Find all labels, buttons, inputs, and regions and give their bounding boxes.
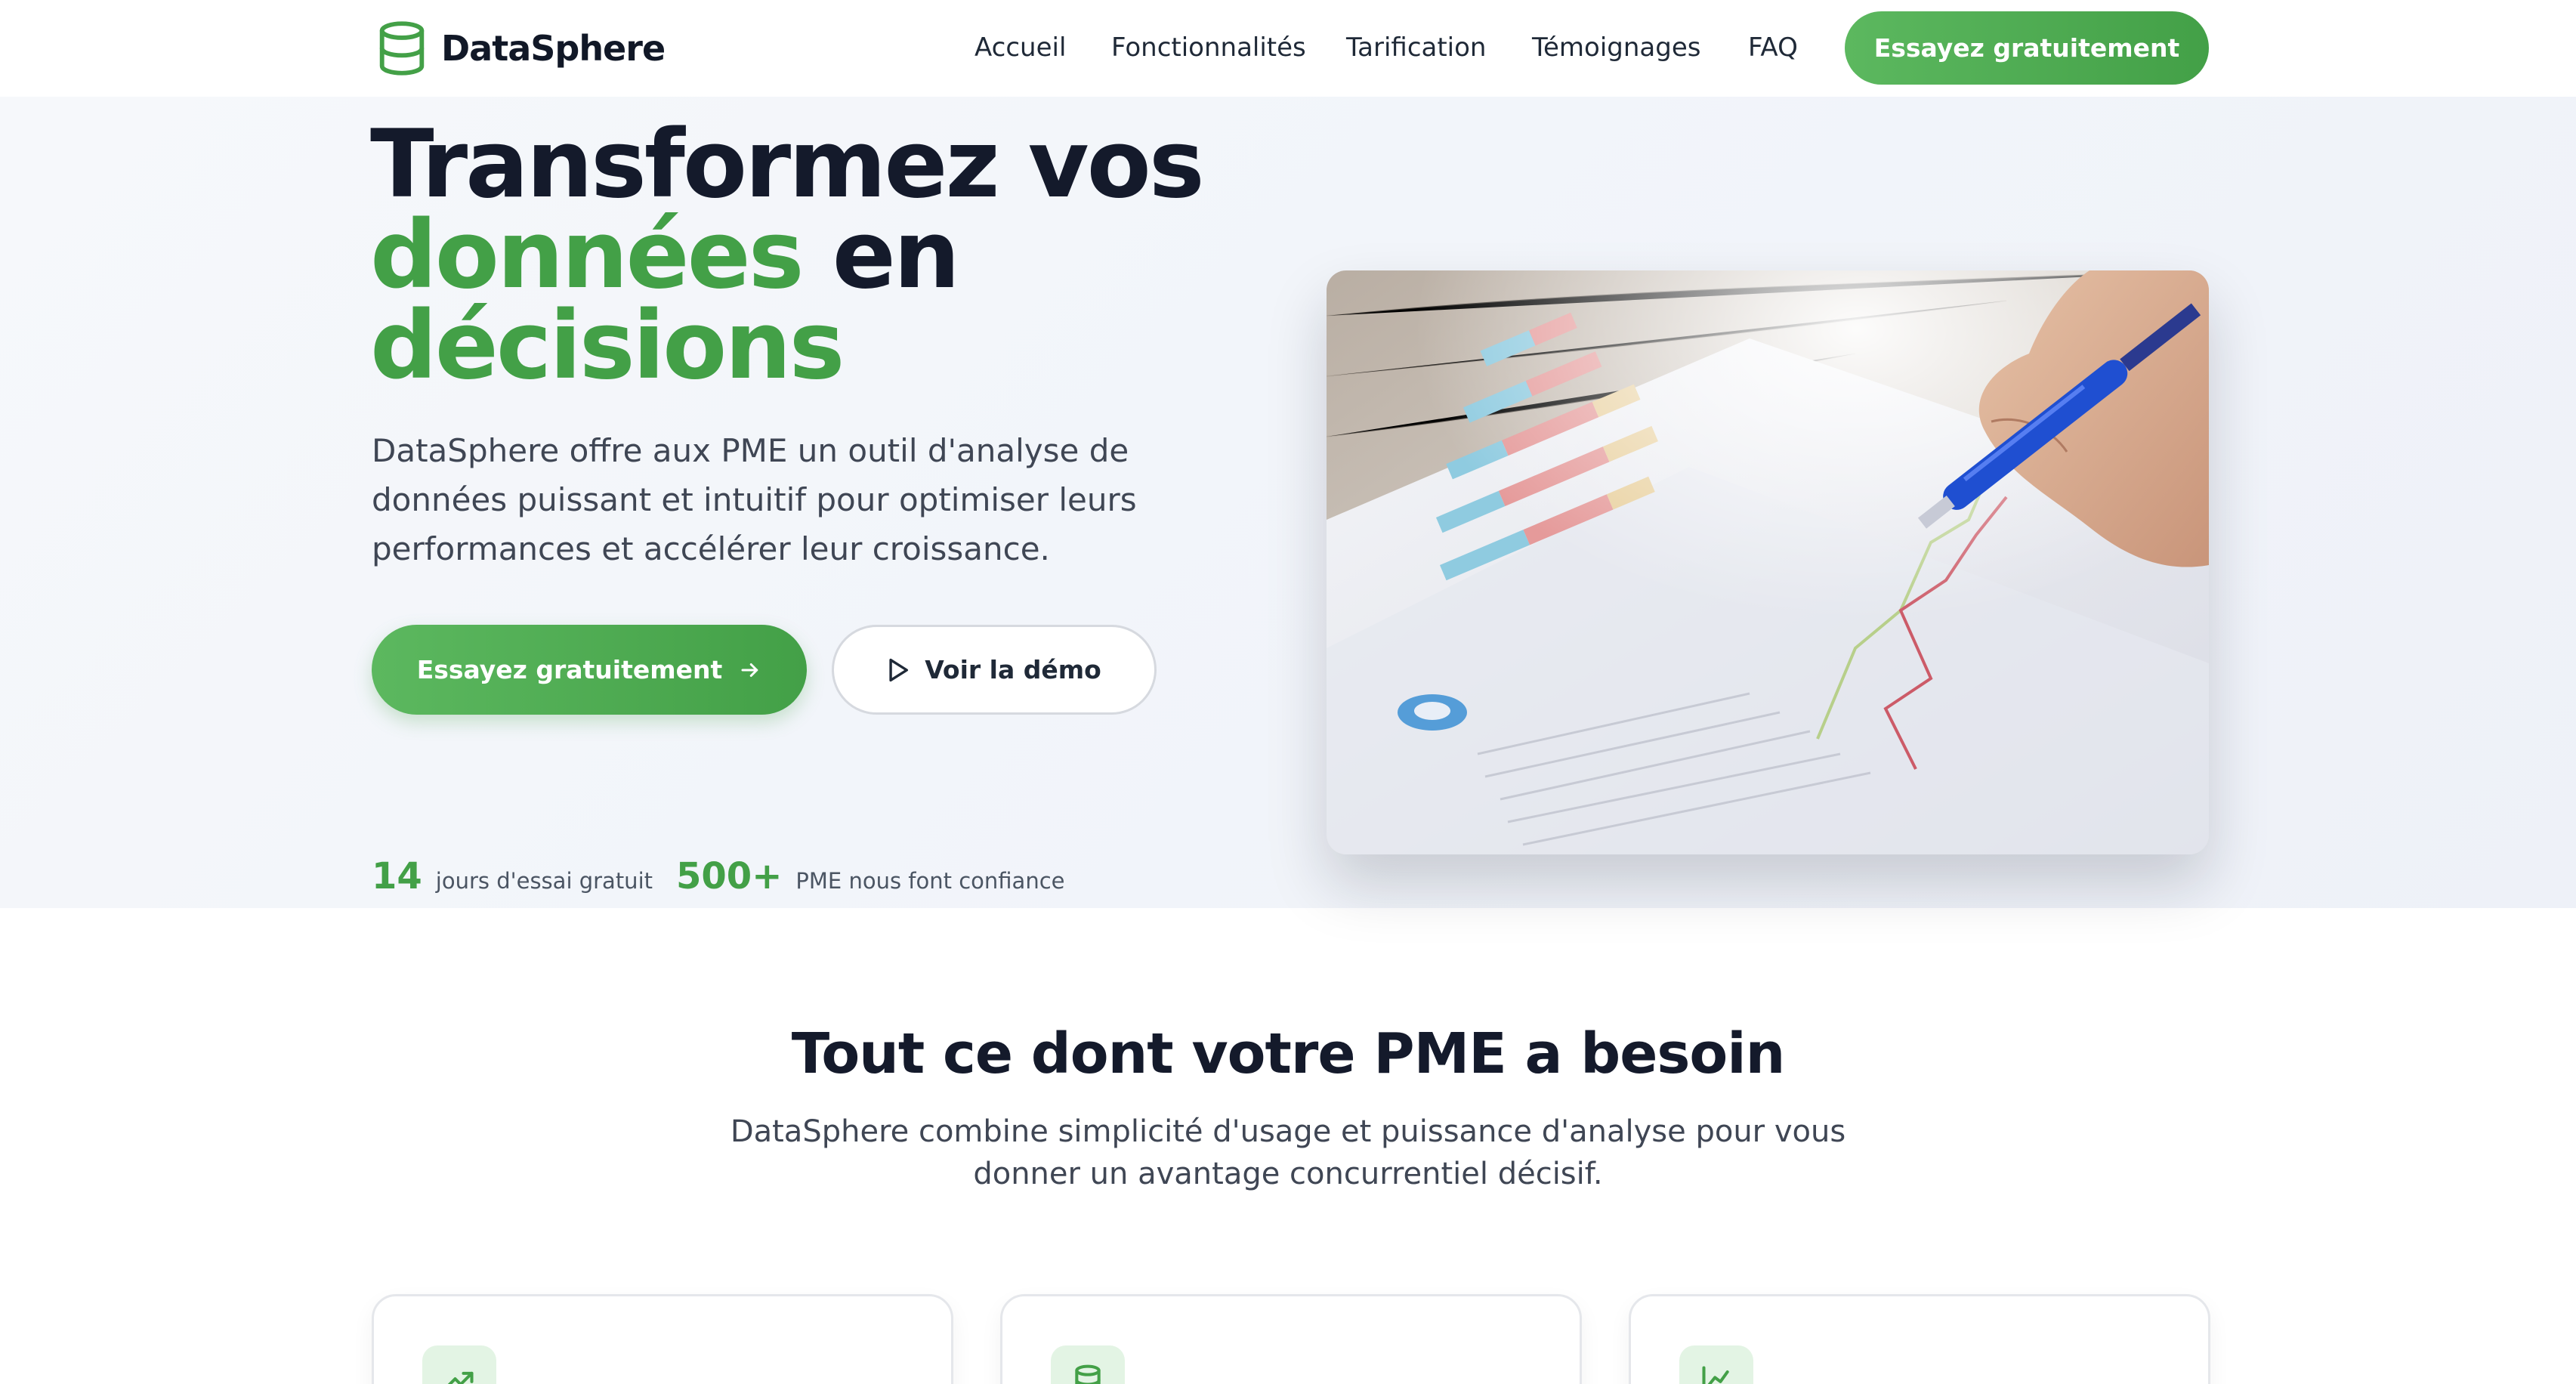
- feature-card: [372, 1294, 953, 1384]
- database-icon: [379, 21, 425, 76]
- nav-fonctionnalites[interactable]: Fonctionnalités: [1111, 29, 1306, 66]
- feature-icon-badge: [422, 1345, 496, 1384]
- stat-customers: 500+ PME nous font confiance: [676, 855, 1065, 897]
- features-title: Tout ce dont votre PME a besoin: [791, 1021, 1786, 1086]
- site-header: DataSphere Accueil Fonctionnalités Tarif…: [0, 0, 2576, 97]
- hero-photo: [1327, 270, 2209, 854]
- database-icon: [1075, 1364, 1101, 1384]
- feature-icon-badge: [1051, 1345, 1125, 1384]
- hero-try-free-label: Essayez gratuitement: [416, 655, 723, 684]
- feature-icon-badge: [1679, 1345, 1753, 1384]
- line-chart-icon: [1702, 1366, 1729, 1384]
- nav-tarification[interactable]: Tarification: [1346, 29, 1486, 66]
- hero-section: Transformez vos données en décisions Dat…: [0, 97, 2576, 908]
- stat-customers-value: 500+: [676, 855, 783, 897]
- trending-up-icon: [447, 1371, 474, 1384]
- stat-trial-days: 14 jours d'essai gratuit: [372, 855, 653, 897]
- features-subtitle: DataSphere combine simplicité d'usage et…: [730, 1114, 1846, 1191]
- hero-title-highlight-2: décisions: [370, 292, 845, 400]
- stat-customers-label: PME nous font confiance: [795, 868, 1065, 894]
- hero-title: Transformez vos données en décisions: [370, 118, 1239, 393]
- brand-name: DataSphere: [441, 28, 666, 69]
- header-cta-label: Essayez gratuitement: [1873, 33, 2180, 63]
- stat-trial-days-label: jours d'essai gratuit: [435, 868, 653, 894]
- feature-card: [1000, 1294, 1582, 1384]
- play-icon: [889, 658, 909, 681]
- brand-logo[interactable]: DataSphere: [375, 20, 666, 77]
- nav-temoignages[interactable]: Témoignages: [1532, 29, 1700, 66]
- hero-title-word: en: [832, 201, 960, 310]
- hero-description: DataSphere offre aux PME un outil d'anal…: [372, 432, 1137, 567]
- nav-accueil[interactable]: Accueil: [974, 29, 1066, 66]
- hero-demo-label: Voir la démo: [925, 655, 1101, 684]
- hero-demo-button[interactable]: Voir la démo: [832, 625, 1157, 715]
- header-cta-button[interactable]: Essayez gratuitement: [1845, 11, 2209, 85]
- analytics-report-illustration: [1327, 270, 2209, 854]
- nav-faq[interactable]: FAQ: [1748, 29, 1798, 66]
- stat-trial-days-value: 14: [372, 855, 422, 897]
- feature-card: [1629, 1294, 2210, 1384]
- hero-try-free-button[interactable]: Essayez gratuitement: [372, 625, 807, 715]
- arrow-right-icon: [741, 663, 758, 677]
